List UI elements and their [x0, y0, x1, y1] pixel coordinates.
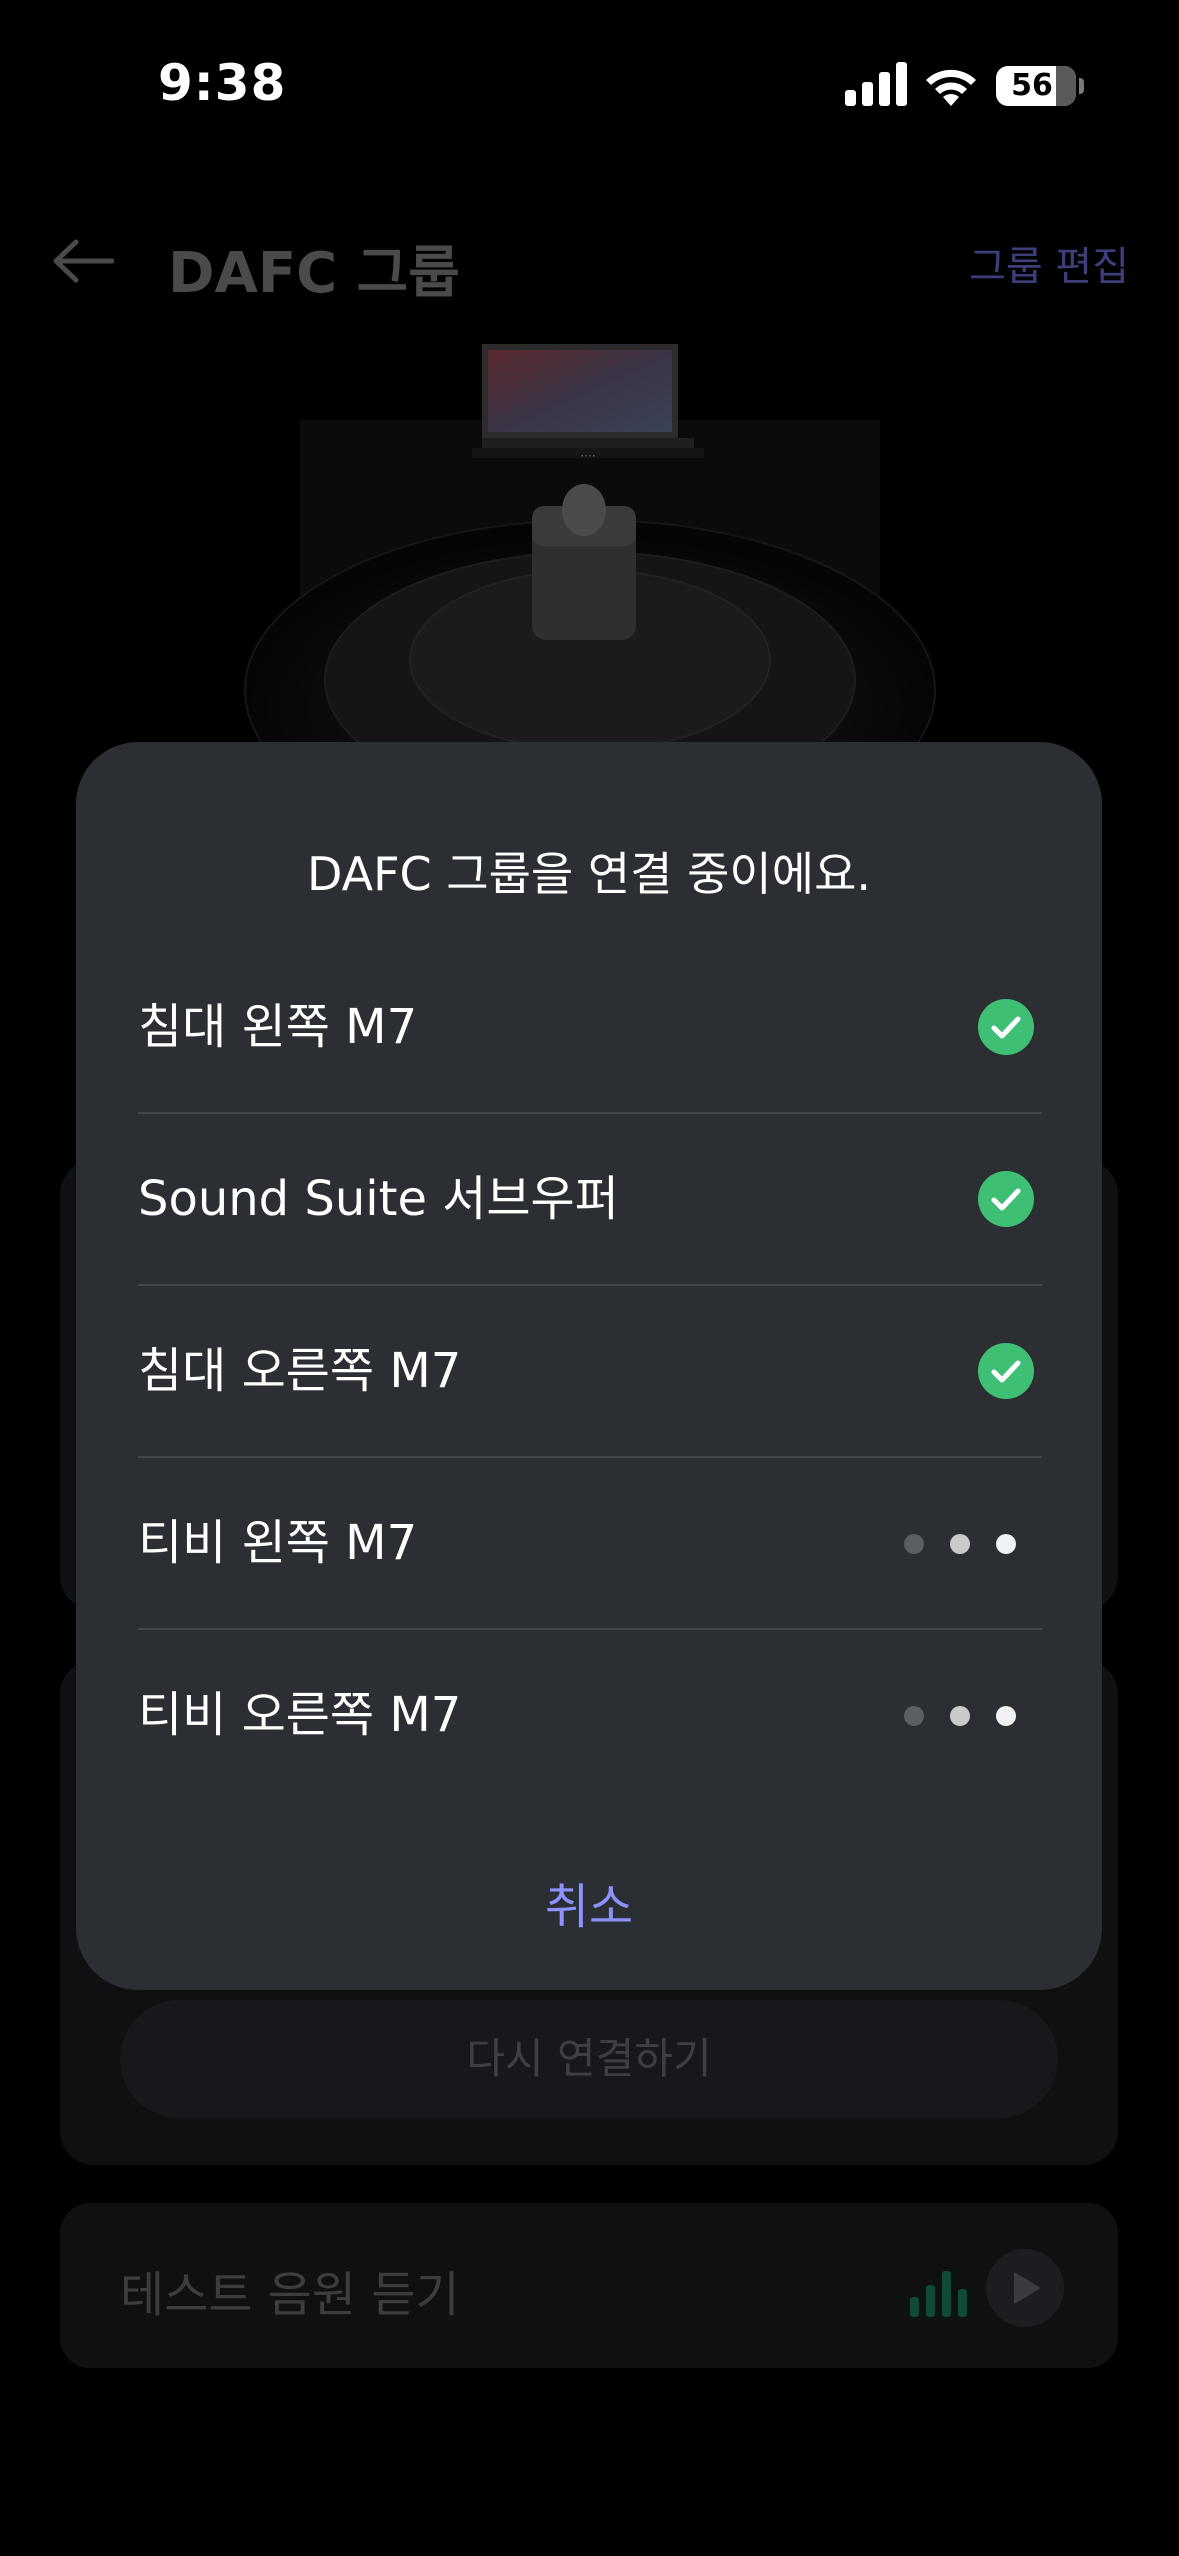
loading-dots-icon — [904, 1534, 1024, 1554]
page-title: DAFC 그룹 — [168, 241, 460, 306]
signal-icon — [845, 62, 907, 106]
device-row: 침대 왼쪽 M7 — [138, 942, 1042, 1114]
device-list: 침대 왼쪽 M7 Sound Suite 서브우퍼 침대 오른쪽 M7 티비 왼… — [138, 942, 1042, 1800]
cancel-button[interactable]: 취소 — [489, 1862, 689, 1952]
play-button[interactable] — [986, 2249, 1064, 2327]
battery-level: 56 — [1011, 68, 1053, 103]
device-name: 침대 오른쪽 M7 — [138, 1343, 462, 1399]
battery-tip — [1079, 78, 1084, 94]
play-icon — [1014, 2272, 1041, 2304]
back-arrow-icon[interactable] — [52, 238, 114, 284]
check-circle-icon — [978, 999, 1034, 1055]
check-circle-icon — [978, 1343, 1034, 1399]
device-row: 침대 오른쪽 M7 — [138, 1286, 1042, 1458]
status-time: 9:38 — [158, 54, 287, 112]
device-name: 티비 왼쪽 M7 — [138, 1515, 418, 1571]
test-sound-card[interactable]: 테스트 음원 듣기 — [60, 2203, 1118, 2368]
wifi-icon — [926, 69, 976, 106]
reconnect-button[interactable]: 다시 연결하기 — [120, 2000, 1058, 2118]
room-illustration: ···· — [244, 344, 936, 750]
device-row: 티비 왼쪽 M7 — [138, 1458, 1042, 1630]
device-row: 티비 오른쪽 M7 — [138, 1630, 1042, 1800]
status-bar: 9:38 56 — [0, 0, 1179, 170]
device-name: 침대 왼쪽 M7 — [138, 999, 418, 1055]
test-sound-label: 테스트 음원 듣기 — [120, 2267, 460, 2323]
device-name: Sound Suite 서브우퍼 — [138, 1171, 619, 1227]
device-row: Sound Suite 서브우퍼 — [138, 1114, 1042, 1286]
device-name: 티비 오른쪽 M7 — [138, 1687, 462, 1743]
equalizer-icon — [910, 2271, 967, 2317]
loading-dots-icon — [904, 1706, 1024, 1726]
battery-icon: 56 — [996, 66, 1076, 106]
dialog-title: DAFC 그룹을 연결 중이에요. — [306, 847, 872, 901]
check-circle-icon — [978, 1171, 1034, 1227]
header: DAFC 그룹 그룹 편집 — [0, 200, 1179, 320]
svg-text:····: ···· — [580, 449, 595, 463]
connecting-dialog: DAFC 그룹을 연결 중이에요. 침대 왼쪽 M7 Sound Suite 서… — [76, 742, 1102, 1990]
edit-group-button[interactable]: 그룹 편집 — [969, 234, 1129, 292]
